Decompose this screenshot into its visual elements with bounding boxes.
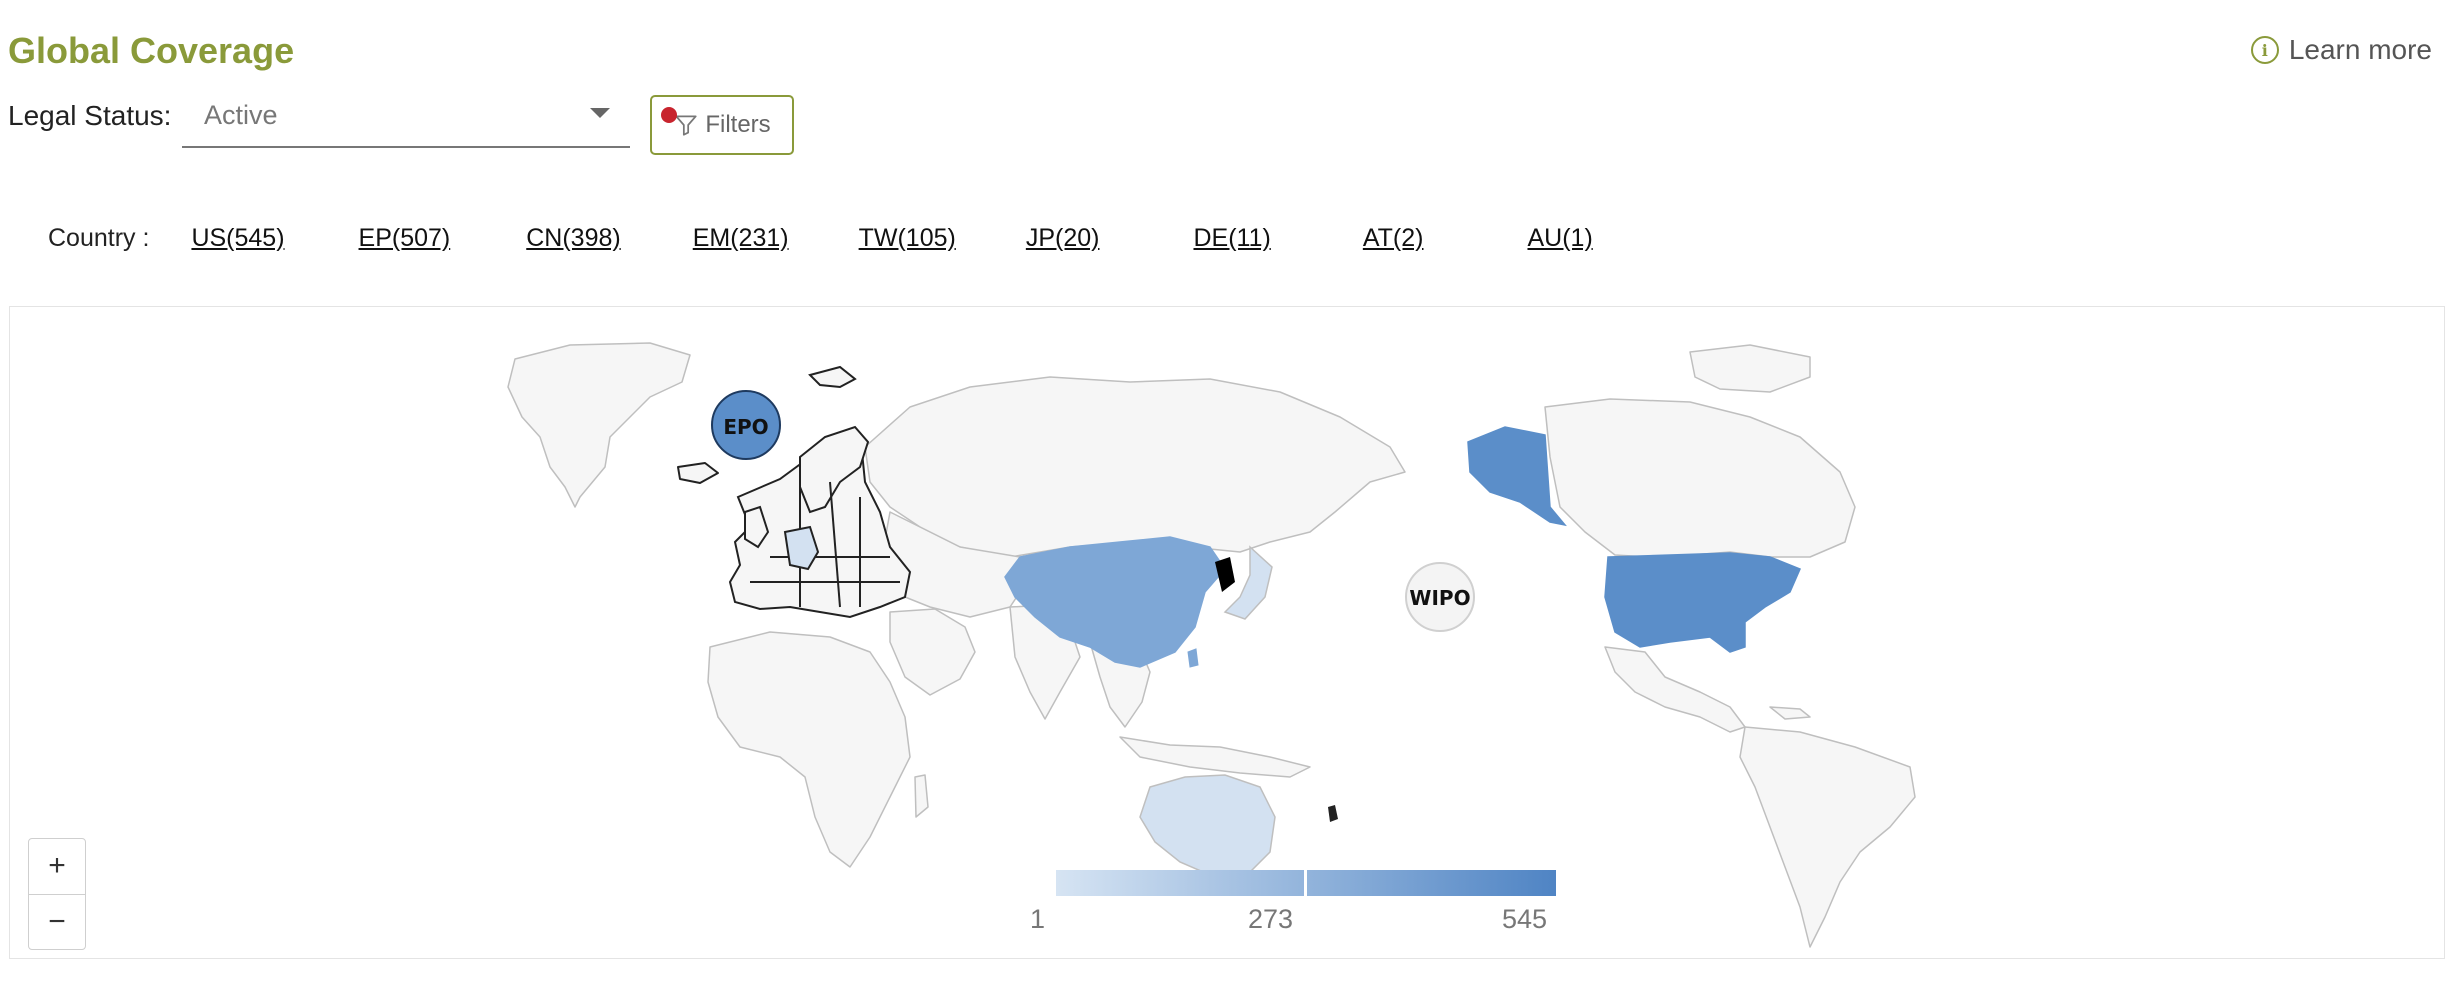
zoom-in-button[interactable]: + — [29, 839, 85, 894]
country-link-de[interactable]: DE(11) — [1193, 224, 1270, 253]
world-map[interactable]: EPO WIPO — [10, 307, 2444, 958]
legal-status-label: Legal Status: — [8, 100, 172, 131]
region-korea — [1215, 557, 1235, 592]
legal-status-value: Active — [204, 100, 278, 130]
zoom-out-button[interactable]: − — [29, 893, 85, 950]
epo-marker-label: EPO — [723, 415, 768, 439]
wipo-marker-label: WIPO — [1409, 586, 1470, 610]
region-iceland — [677, 462, 719, 484]
page-title: Global Coverage — [8, 30, 295, 71]
region-africa — [707, 631, 911, 868]
filters-button[interactable]: Filters — [650, 95, 794, 155]
country-link-jp[interactable]: JP(20) — [1026, 224, 1100, 253]
legend-gradient-bar — [1056, 870, 1556, 896]
region-greenland — [507, 342, 691, 508]
legend-min: 1 — [1030, 904, 1046, 934]
chevron-down-icon — [590, 108, 610, 118]
region-indonesia — [1119, 736, 1311, 778]
region-usa — [1604, 552, 1801, 653]
region-svalbard — [808, 365, 857, 389]
region-mexico — [1604, 646, 1746, 733]
map-panel[interactable]: EPO WIPO — [9, 306, 2445, 959]
active-filter-dot — [661, 107, 677, 123]
country-link-tw[interactable]: TW(105) — [859, 224, 956, 253]
country-list: Country : US(545) EP(507) CN(398) EM(231… — [48, 224, 1593, 253]
filters-label: Filters — [705, 111, 771, 138]
color-legend: 1 273 545 — [1030, 870, 1556, 934]
region-arctic-islands — [1689, 344, 1811, 393]
legend-mid: 273 — [1248, 904, 1294, 934]
country-link-em[interactable]: EM(231) — [693, 224, 789, 253]
country-link-cn[interactable]: CN(398) — [526, 224, 620, 253]
learn-more-label: Learn more — [2288, 34, 2432, 65]
country-link-at[interactable]: AT(2) — [1363, 224, 1424, 253]
region-south-america — [1739, 726, 1916, 948]
zoom-controls: + − — [28, 838, 86, 950]
region-new-zealand — [1328, 805, 1338, 822]
country-link-ep[interactable]: EP(507) — [359, 224, 451, 253]
learn-more-link[interactable]: i Learn more — [2250, 34, 2432, 66]
legal-status-select[interactable]: Active — [182, 92, 630, 148]
funnel-icon — [675, 115, 697, 136]
region-madagascar — [914, 774, 929, 818]
region-canada — [1544, 398, 1856, 558]
region-australia — [1139, 774, 1276, 876]
region-russia — [864, 376, 1406, 558]
legend-max: 545 — [1502, 904, 1548, 934]
region-arabia — [889, 608, 976, 696]
region-taiwan — [1187, 648, 1199, 668]
region-caribbean — [1769, 706, 1811, 720]
country-link-us[interactable]: US(545) — [191, 224, 284, 253]
country-label: Country : — [48, 224, 150, 252]
legend-divider — [1304, 870, 1307, 896]
info-icon: i — [2250, 36, 2279, 64]
country-link-au[interactable]: AU(1) — [1527, 224, 1592, 253]
